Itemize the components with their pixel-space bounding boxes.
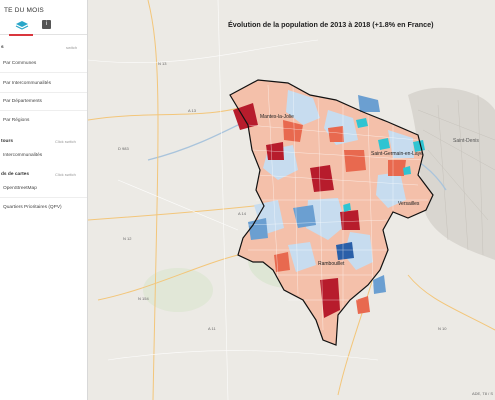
sidebar-tabs: i (0, 17, 88, 36)
forest (143, 268, 213, 312)
map-attribution: ADE, T8 / S (471, 391, 493, 396)
sidebar-header: TE DU MOIS i (0, 0, 88, 36)
divider (0, 92, 87, 93)
layers-tab[interactable] (9, 19, 33, 36)
map-title: Évolution de la population de 2013 à 201… (228, 20, 434, 29)
road-label: N 13 (158, 61, 167, 66)
road-label: A 13 (188, 108, 197, 113)
divider (0, 110, 87, 111)
place-label: Mantes-la-Jolie (260, 114, 294, 120)
road-label: N 154 (138, 296, 149, 301)
road-label: A 11 (208, 326, 216, 331)
commune-decline (358, 95, 380, 112)
commune-growth (356, 296, 370, 314)
section-head-contours: tours (1, 139, 13, 144)
road-label: D 983 (118, 146, 129, 151)
info-icon: i (45, 21, 48, 27)
section-switch[interactable]: Click switch (55, 139, 76, 144)
commune-decline (373, 275, 386, 294)
sidebar: TE DU MOIS i s switch Par Communes Par I… (0, 0, 88, 400)
info-tab[interactable]: i (42, 20, 51, 29)
section-switch[interactable]: switch (66, 45, 77, 50)
commune-growth (328, 126, 344, 142)
commune-decline (248, 218, 268, 240)
layer-item-communes[interactable]: Par Communes (3, 61, 36, 66)
road-label: N 12 (123, 236, 132, 241)
layer-item-departements[interactable]: Par Départements (3, 99, 42, 104)
place-label: Saint-Denis (453, 138, 479, 144)
layer-item-qpv[interactable]: Quartiers Prioritaires (QPV) (3, 205, 62, 210)
commune-strong-decline (336, 242, 354, 260)
layers-icon (15, 21, 29, 30)
map-view[interactable]: Mantes-la-Jolie Saint-Germain-en-Laye Ve… (88, 0, 495, 400)
layer-item-regions[interactable]: Par Régions (3, 118, 29, 123)
commune-growth (274, 252, 290, 272)
place-label: Saint-Germain-en-Laye (371, 151, 423, 157)
layer-item-intercommunalites-contours[interactable]: Intercommunalités (3, 153, 42, 158)
layer-item-openstreetmap[interactable]: OpenStreetMap (3, 186, 37, 191)
road-label: N 10 (438, 326, 447, 331)
section-switch[interactable]: Click switch (55, 172, 76, 177)
commune-growth (344, 150, 366, 172)
place-label: Rambouillet (318, 261, 345, 267)
divider (0, 197, 87, 198)
urban-area (408, 87, 495, 261)
section-head-communes: s (1, 45, 4, 50)
layer-item-intercommunalites[interactable]: Par Intercommunalités (3, 81, 51, 86)
divider (0, 72, 87, 73)
section-head-fonds: ds de cartes (1, 172, 29, 177)
map-of-month-title: TE DU MOIS (4, 7, 44, 14)
qpv-area (378, 138, 390, 150)
place-label: Versailles (398, 201, 420, 207)
road-label: A 14 (238, 211, 247, 216)
basemap: Mantes-la-Jolie Saint-Germain-en-Laye Ve… (88, 0, 495, 400)
